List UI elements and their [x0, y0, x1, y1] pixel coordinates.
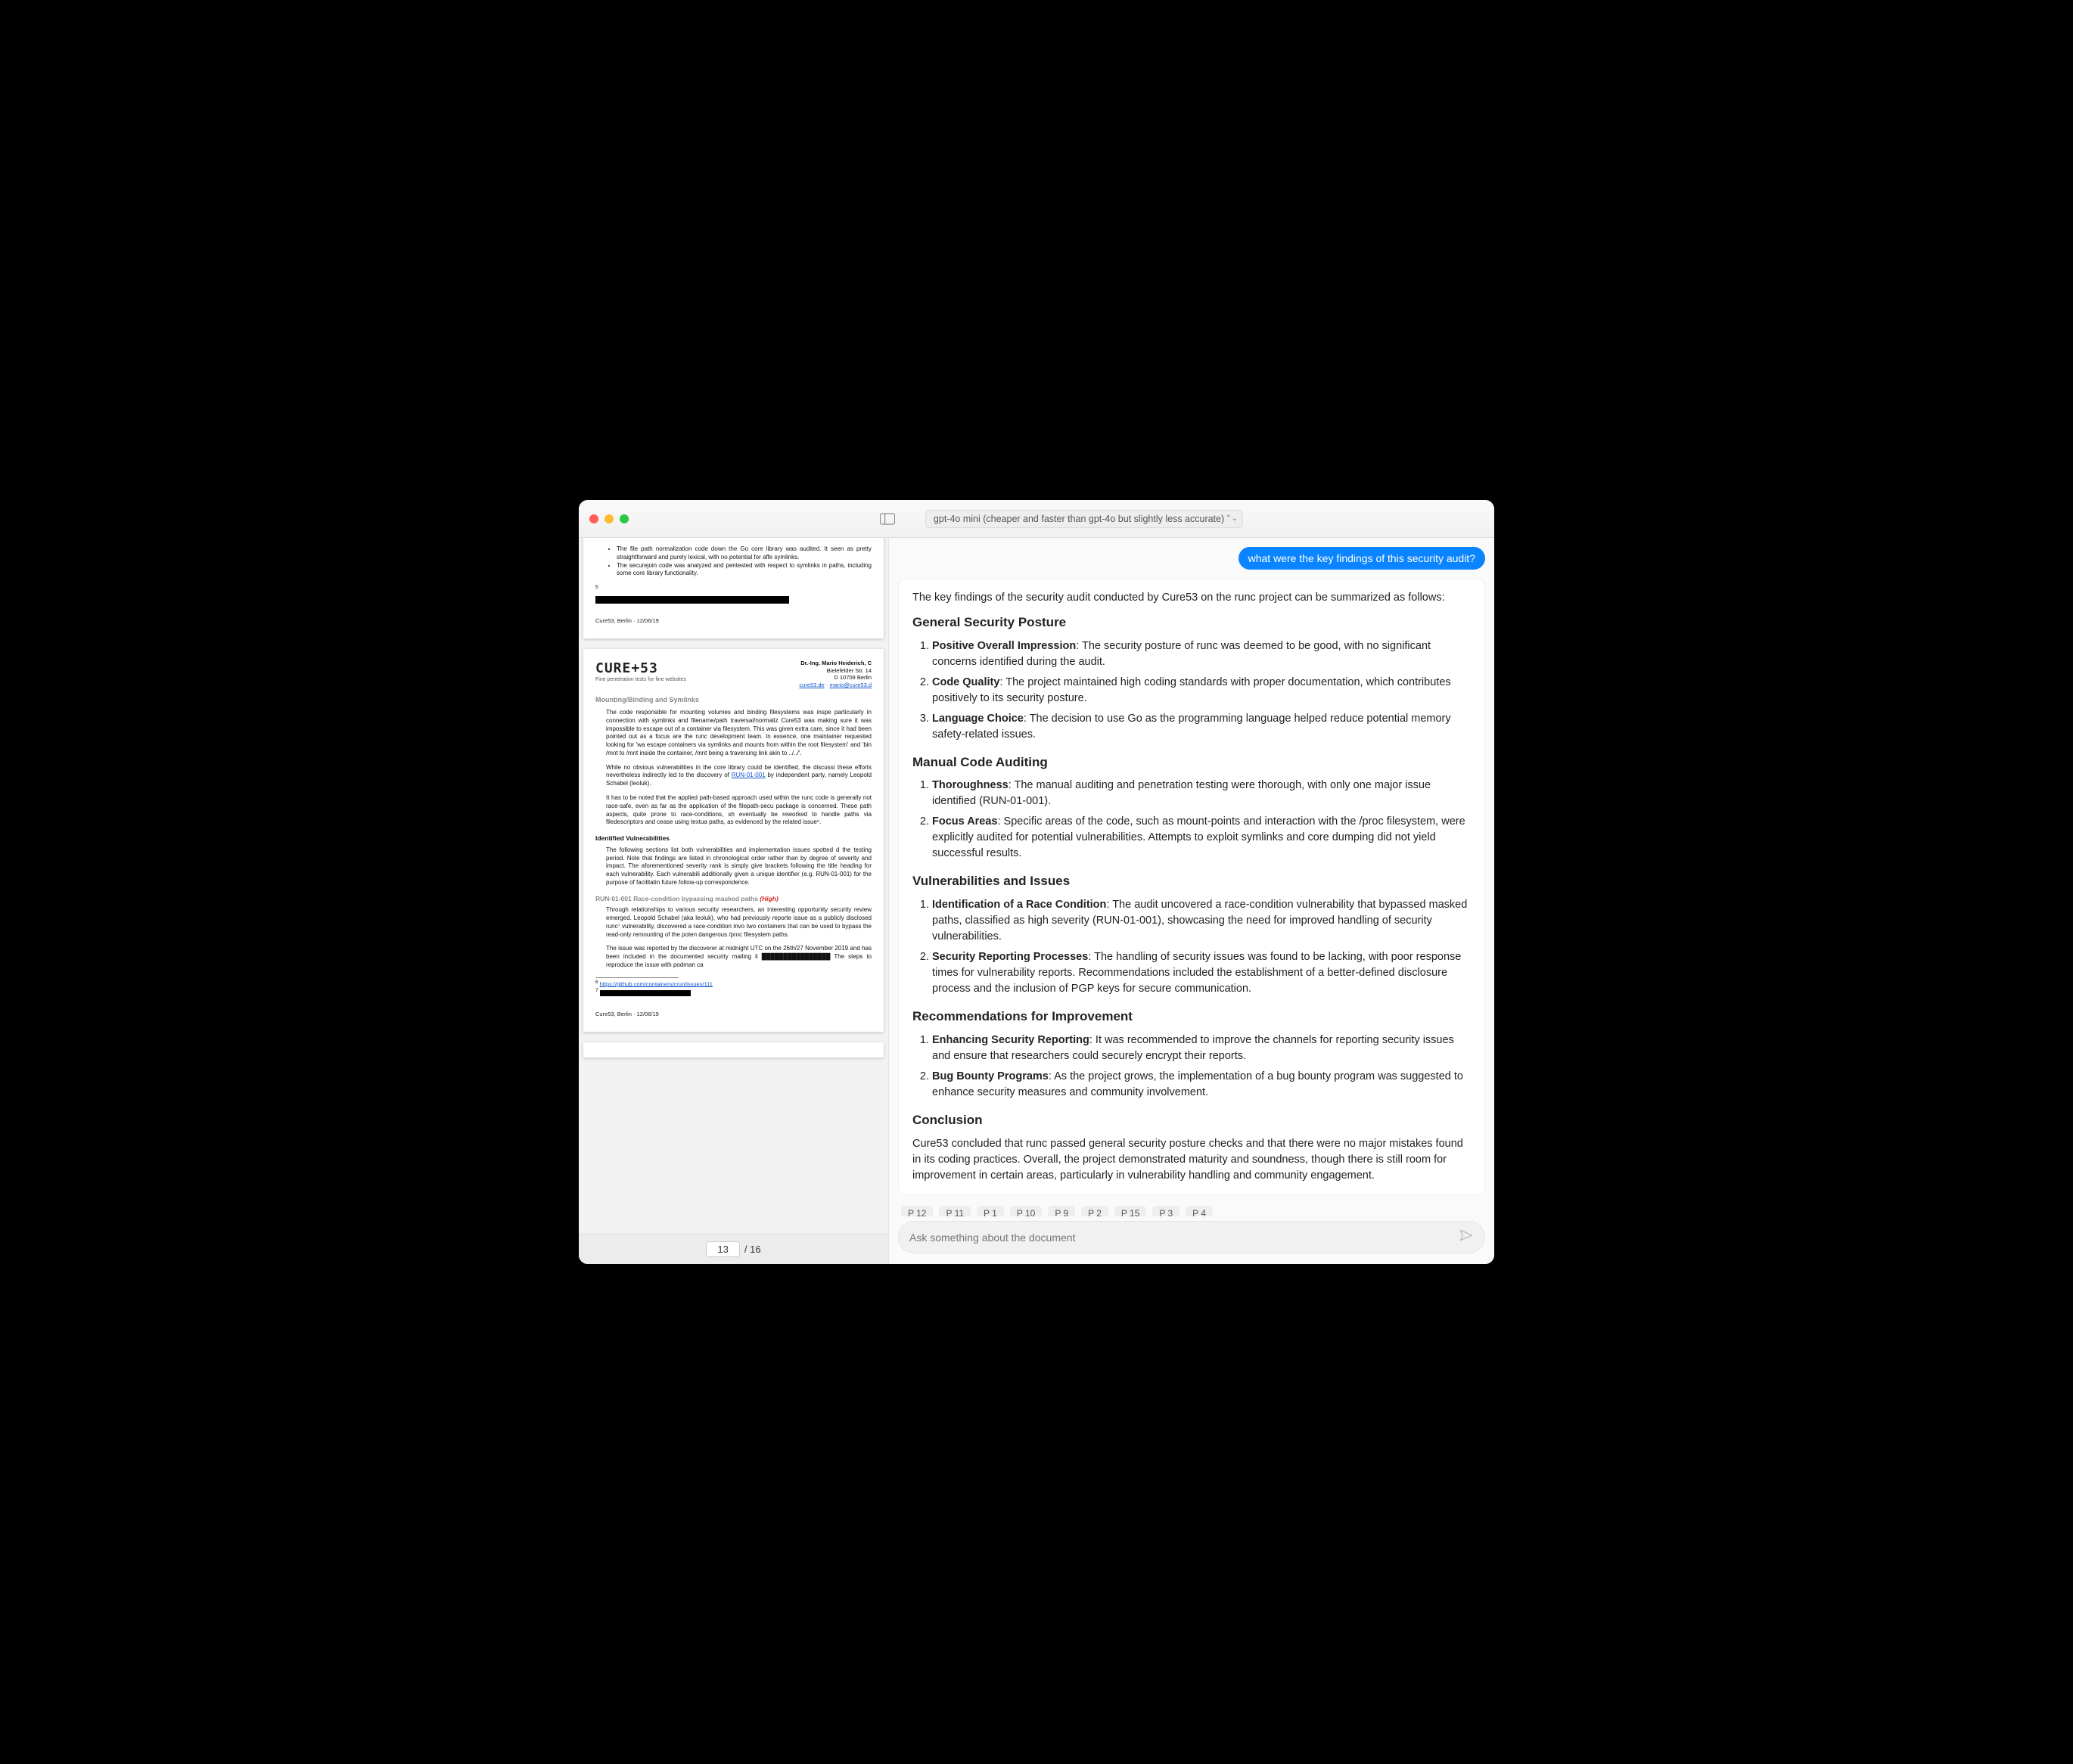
assistant-point: Positive Overall Impression: The securit…	[932, 638, 1471, 670]
composer	[898, 1221, 1485, 1253]
page-chip[interactable]: P 10	[1010, 1206, 1042, 1216]
page-footer: Cure53, Berlin · 12/06/19	[595, 1011, 872, 1018]
point-title: Thoroughness	[932, 779, 1009, 791]
sidebar-icon	[880, 513, 895, 525]
model-selector[interactable]: gpt-4o mini (cheaper and faster than gpt…	[925, 510, 1243, 528]
point-title: Bug Bounty Programs	[932, 1070, 1049, 1082]
page-number-input[interactable]: 13	[706, 1241, 739, 1257]
page-chip[interactable]: P 4	[1186, 1206, 1213, 1216]
chat-scroll[interactable]: what were the key findings of this secur…	[889, 538, 1494, 1216]
minimize-window-button[interactable]	[604, 514, 614, 523]
point-text: : Specific areas of the code, such as mo…	[932, 815, 1465, 859]
vendor-link[interactable]: cure53.de	[799, 682, 824, 688]
doc-paragraph: It has to be noted that the applied path…	[606, 794, 872, 827]
addr-line: D 10709 Berlin	[799, 674, 872, 682]
vendor-address: Dr.-Ing. Mario Heiderich, C Bielefelder …	[799, 660, 872, 689]
assistant-heading: General Security Posture	[912, 613, 1471, 632]
close-window-button[interactable]	[589, 514, 598, 523]
footnote: 6 https://github.com/containers/crun/iss…	[595, 980, 872, 989]
footnote-link[interactable]: https://github.com/containers/crun/issue…	[600, 980, 713, 987]
assistant-point: Bug Bounty Programs: As the project grow…	[932, 1069, 1471, 1101]
page-chip[interactable]: P 3	[1152, 1206, 1179, 1216]
finding-heading: RUN-01-001 Race-condition bypassing mask…	[595, 895, 872, 903]
source-page-chips: P 12 P 11 P 1 P 10 P 9 P 2 P 15 P 3 P 4	[898, 1204, 1485, 1216]
point-title: Focus Areas	[932, 815, 998, 828]
assistant-paragraph: Cure53 concluded that runc passed genera…	[912, 1136, 1471, 1184]
finding-title: RUN-01-001 Race-condition bypassing mask…	[595, 895, 760, 902]
page-chip[interactable]: P 9	[1048, 1206, 1075, 1216]
doc-paragraph: The issue was reported by the discoverer…	[606, 945, 872, 969]
point-title: Security Reporting Processes	[932, 951, 1088, 963]
doc-text: The issue was reported by the discoverer…	[606, 945, 872, 968]
document-scroll[interactable]: The file path normalization code down th…	[579, 538, 888, 1234]
page-chip[interactable]: P 2	[1081, 1206, 1108, 1216]
page-footer: Cure53, Berlin · 12/06/19	[595, 617, 872, 625]
user-message: what were the key findings of this secur…	[1239, 547, 1485, 570]
content-split: The file path normalization code down th…	[579, 538, 1494, 1264]
assistant-lead: The key findings of the security audit c…	[912, 590, 1471, 606]
point-title: Positive Overall Impression	[932, 640, 1076, 652]
assistant-heading: Manual Code Auditing	[912, 753, 1471, 772]
doc-heading: Mounting/Binding and Symlinks	[595, 695, 872, 704]
point-title: Enhancing Security Reporting	[932, 1034, 1089, 1046]
document-pane: The file path normalization code down th…	[579, 538, 889, 1264]
chat-input[interactable]	[909, 1231, 1451, 1244]
page-chip[interactable]: P 1	[977, 1206, 1004, 1216]
document-page	[583, 1042, 884, 1057]
document-page: CURE+53 Fine penetration tests for fine …	[583, 649, 884, 1032]
point-title: Code Quality	[932, 676, 999, 688]
page-chip[interactable]: P 15	[1114, 1206, 1146, 1216]
assistant-point: Enhancing Security Reporting: It was rec…	[932, 1033, 1471, 1064]
point-title: Language Choice	[932, 713, 1024, 725]
document-page: The file path normalization code down th…	[583, 538, 884, 638]
footnote: 7	[595, 988, 872, 997]
doc-heading: Identified Vulnerabilities	[595, 834, 872, 843]
addr-name: Dr.-Ing. Mario Heiderich, C	[800, 660, 872, 666]
vendor-tagline: Fine penetration tests for fine websites	[595, 676, 686, 683]
assistant-point: Code Quality: The project maintained hig…	[932, 675, 1471, 707]
model-selector-label: gpt-4o mini (cheaper and faster than gpt…	[934, 514, 1224, 524]
page-chip[interactable]: P 12	[901, 1206, 933, 1216]
assistant-message: The key findings of the security audit c…	[898, 579, 1485, 1195]
vendor-email-link[interactable]: mario@cure53.d	[829, 682, 872, 688]
window-controls	[589, 514, 629, 523]
assistant-point: Focus Areas: Specific areas of the code,…	[932, 814, 1471, 862]
doc-paragraph: The following sections list both vulnera…	[606, 846, 872, 887]
doc-bullet: The file path normalization code down th…	[617, 545, 872, 562]
point-text: : The project maintained high coding sta…	[932, 676, 1451, 704]
footnote-marker: 5	[595, 585, 598, 590]
assistant-heading: Recommendations for Improvement	[912, 1008, 1471, 1026]
finding-link[interactable]: RUN-01-001	[732, 772, 766, 778]
redacted-block	[595, 596, 789, 604]
severity-label: (High)	[760, 895, 779, 902]
fullscreen-window-button[interactable]	[620, 514, 629, 523]
send-button[interactable]	[1459, 1228, 1474, 1247]
assistant-point: Security Reporting Processes: The handli…	[932, 949, 1471, 997]
sidebar-toggle-button[interactable]	[877, 511, 898, 527]
doc-paragraph: Through relationships to various securit…	[606, 906, 872, 939]
redacted-inline	[600, 990, 691, 996]
send-icon	[1459, 1228, 1474, 1243]
addr-line: Bielefelder Str. 14	[799, 667, 872, 675]
app-window: gpt-4o mini (cheaper and faster than gpt…	[579, 500, 1494, 1264]
titlebar: gpt-4o mini (cheaper and faster than gpt…	[579, 500, 1494, 538]
assistant-point: Thoroughness: The manual auditing and pe…	[932, 778, 1471, 809]
chevron-updown-icon: ⌃⌄	[1225, 514, 1238, 523]
vendor-logo: CURE+53	[595, 660, 686, 678]
chat-pane: what were the key findings of this secur…	[889, 538, 1494, 1264]
page-total-label: / 16	[744, 1244, 761, 1255]
assistant-heading: Vulnerabilities and Issues	[912, 872, 1471, 891]
page-chip[interactable]: P 11	[939, 1206, 971, 1216]
assistant-point: Identification of a Race Condition: The …	[932, 897, 1471, 945]
assistant-point: Language Choice: The decision to use Go …	[932, 711, 1471, 743]
doc-paragraph: The code responsible for mounting volume…	[606, 709, 872, 758]
doc-bullet: The securejoin code was analyzed and pen…	[617, 562, 872, 579]
assistant-heading: Conclusion	[912, 1111, 1471, 1130]
document-pagination: 13 / 16	[579, 1234, 888, 1264]
doc-paragraph: While no obvious vulnerabilities in the …	[606, 764, 872, 788]
point-title: Identification of a Race Condition	[932, 899, 1106, 911]
